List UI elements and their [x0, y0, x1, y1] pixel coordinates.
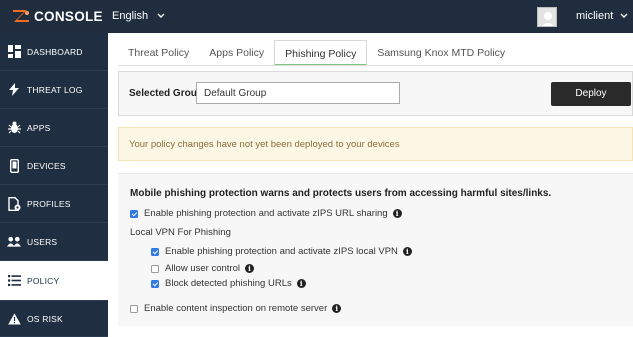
deploy-button[interactable]: Deploy: [551, 82, 631, 106]
list-icon: [7, 274, 21, 288]
user-control-option: Allow user control i: [151, 263, 254, 274]
sidebar-item-label: POLICY: [27, 275, 60, 286]
mobile-icon: [7, 158, 21, 173]
chevron-down-icon: [157, 10, 165, 22]
chevron-down-icon: [620, 10, 628, 22]
bug-icon: [7, 121, 21, 135]
content-inspection-checkbox[interactable]: [130, 304, 138, 313]
tab-phishing-policy[interactable]: Phishing Policy: [274, 40, 368, 66]
block-urls-checkbox[interactable]: [151, 279, 159, 288]
info-icon[interactable]: i: [296, 279, 306, 288]
user-menu[interactable]: miclient: [576, 10, 628, 22]
top-bar: CONSOLE English miclient: [0, 0, 633, 33]
sidebar-item-policy[interactable]: POLICY: [0, 261, 108, 301]
warning-icon: [7, 312, 21, 326]
group-selector-panel: Selected Group Default Group Deploy: [118, 71, 633, 116]
alert-text: Your policy changes have not yet been de…: [129, 139, 400, 150]
info-icon[interactable]: i: [332, 304, 342, 313]
users-icon: [7, 235, 21, 249]
bolt-icon: [7, 83, 21, 97]
sidebar-item-label: DASHBOARD: [27, 46, 83, 57]
info-icon[interactable]: i: [244, 264, 254, 273]
sidebar-item-label: USERS: [27, 236, 58, 247]
tab-apps-policy[interactable]: Apps Policy: [199, 40, 274, 66]
profile-file-icon: [7, 196, 21, 211]
avatar[interactable]: [537, 7, 557, 27]
phishing-settings-panel: Mobile phishing protection warns and pro…: [118, 173, 633, 326]
local-vpn-checkbox[interactable]: [151, 247, 159, 256]
dashboard-icon: [7, 45, 21, 59]
content-inspection-label: Enable content inspection on remote serv…: [144, 303, 328, 314]
undeployed-changes-alert: Your policy changes have not yet been de…: [118, 127, 633, 161]
tab-threat-policy[interactable]: Threat Policy: [118, 40, 199, 66]
logo-icon: [11, 8, 31, 24]
url-sharing-option: Enable phishing protection and activate …: [130, 208, 402, 219]
sidebar: DASHBOARD THREAT LOG APPS DEVICES PROFIL…: [0, 33, 108, 337]
local-vpn-label: Enable phishing protection and activate …: [165, 246, 398, 257]
block-urls-label: Block detected phishing URLs: [165, 278, 292, 289]
username: miclient: [576, 10, 614, 22]
logo-text: CONSOLE: [34, 8, 103, 24]
local-vpn-heading: Local VPN For Phishing: [130, 227, 231, 238]
local-vpn-option: Enable phishing protection and activate …: [151, 246, 412, 257]
user-control-checkbox[interactable]: [151, 264, 159, 273]
sidebar-item-users[interactable]: USERS: [0, 223, 108, 261]
local-vpn-heading-row: Local VPN For Phishing: [130, 227, 231, 238]
info-icon[interactable]: i: [392, 209, 402, 218]
tab-samsung-knox-mtd-policy[interactable]: Samsung Knox MTD Policy: [367, 40, 515, 66]
content-inspection-option: Enable content inspection on remote serv…: [130, 303, 342, 314]
sidebar-item-label: DEVICES: [27, 160, 66, 171]
sidebar-item-apps[interactable]: APPS: [0, 109, 108, 147]
info-icon[interactable]: i: [402, 247, 412, 256]
user-control-label: Allow user control: [165, 263, 240, 274]
sidebar-item-profiles[interactable]: PROFILES: [0, 185, 108, 223]
settings-heading: Mobile phishing protection warns and pro…: [130, 188, 552, 199]
url-sharing-checkbox[interactable]: [130, 209, 138, 218]
logo[interactable]: CONSOLE: [11, 8, 103, 24]
block-urls-option: Block detected phishing URLs i: [151, 278, 306, 289]
policy-tabs: Threat Policy Apps Policy Phishing Polic…: [118, 40, 515, 66]
sidebar-item-label: OS RISK: [27, 313, 63, 324]
sidebar-item-label: THREAT LOG: [27, 84, 83, 95]
sidebar-item-label: PROFILES: [27, 198, 71, 209]
tab-divider: [118, 65, 633, 66]
selected-group-input[interactable]: Default Group: [196, 82, 400, 104]
language-label: English: [112, 10, 149, 22]
sidebar-item-label: APPS: [27, 122, 51, 133]
language-selector[interactable]: English: [112, 10, 165, 22]
sidebar-item-os-risk[interactable]: OS RISK: [0, 301, 108, 337]
sidebar-item-threat-log[interactable]: THREAT LOG: [0, 71, 108, 109]
url-sharing-label: Enable phishing protection and activate …: [144, 208, 388, 219]
selected-group-label: Selected Group: [129, 88, 203, 99]
sidebar-item-dashboard[interactable]: DASHBOARD: [0, 33, 108, 71]
sidebar-item-devices[interactable]: DEVICES: [0, 147, 108, 185]
